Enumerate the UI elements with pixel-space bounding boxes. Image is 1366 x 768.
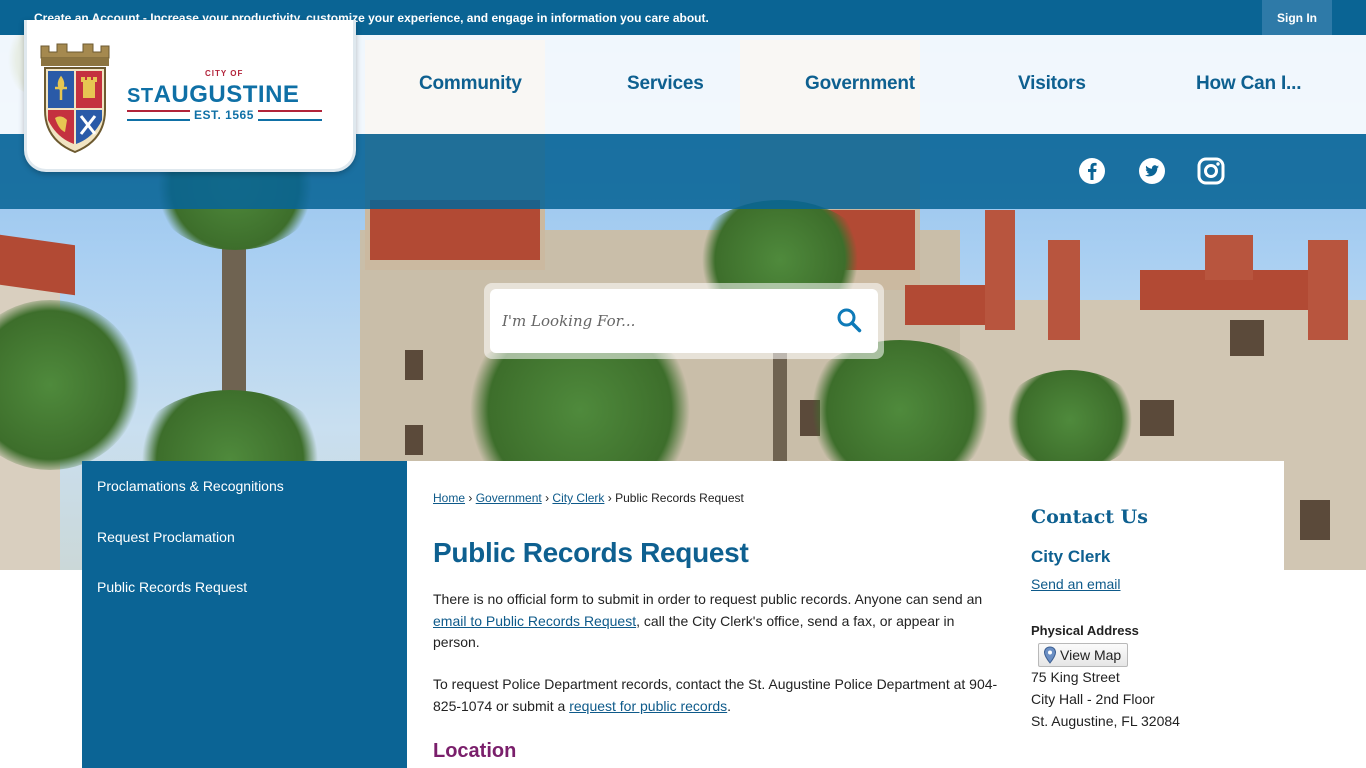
view-map-label: View Map <box>1060 647 1122 663</box>
send-email-link[interactable]: Send an email <box>1031 576 1121 592</box>
nav-government[interactable]: Government <box>805 73 915 95</box>
nav-visitors[interactable]: Visitors <box>1018 73 1086 95</box>
breadcrumb-current: Public Records Request <box>615 491 744 505</box>
breadcrumb-separator: › <box>607 491 612 505</box>
view-map-button[interactable]: View Map <box>1038 643 1129 667</box>
search-input[interactable] <box>502 303 802 339</box>
breadcrumb-city-clerk[interactable]: City Clerk <box>552 491 604 505</box>
logo-city-of: CITY OF <box>205 69 244 78</box>
intro-paragraph: There is no official form to submit in o… <box>433 589 1003 654</box>
search-box <box>490 289 878 353</box>
page-title: Public Records Request <box>433 537 749 568</box>
police-request-link[interactable]: request for public records <box>569 698 727 714</box>
contact-department: City Clerk <box>1031 547 1111 566</box>
sidebar-item-public-records[interactable]: Public Records Request <box>97 579 247 595</box>
sidebar-item-proclamations[interactable]: Proclamations & Recognitions <box>97 478 284 494</box>
map-pin-icon <box>1043 646 1057 664</box>
sign-in-button[interactable]: Sign In <box>1262 0 1332 35</box>
nav-community[interactable]: Community <box>419 73 522 95</box>
address-line-3: St. Augustine, FL 32084 <box>1031 713 1180 729</box>
breadcrumb-separator: › <box>468 491 473 505</box>
address-line-2: City Hall - 2nd Floor <box>1031 691 1155 707</box>
address-line-1: 75 King Street <box>1031 669 1120 685</box>
physical-address-heading: Physical Address <box>1031 623 1139 638</box>
breadcrumb: Home › Government › City Clerk › Public … <box>433 491 744 505</box>
logo-st: ST <box>127 85 154 107</box>
city-logo[interactable]: CITY OF STAUGUSTINE EST. 1565 <box>24 20 356 172</box>
breadcrumb-home[interactable]: Home <box>433 491 465 505</box>
section-sidebar: Proclamations & Recognitions Request Pro… <box>82 461 407 768</box>
logo-established: EST. 1565 <box>190 108 258 122</box>
location-heading: Location <box>433 740 517 762</box>
nav-services[interactable]: Services <box>627 73 704 95</box>
nav-how-can-i[interactable]: How Can I... <box>1196 73 1301 95</box>
main-content: Home › Government › City Clerk › Public … <box>407 461 1284 768</box>
site-search <box>484 283 884 359</box>
search-icon[interactable] <box>836 307 862 333</box>
breadcrumb-government[interactable]: Government <box>476 491 542 505</box>
twitter-icon[interactable] <box>1137 156 1167 186</box>
breadcrumb-separator: › <box>545 491 550 505</box>
facebook-icon[interactable] <box>1077 156 1107 186</box>
contact-heading: Contact Us <box>1031 506 1148 528</box>
city-crest-icon <box>40 43 110 154</box>
sidebar-item-request-proclamation[interactable]: Request Proclamation <box>97 529 235 545</box>
police-text-end: . <box>727 697 732 714</box>
intro-text-start: There is no official form to submit in o… <box>433 591 983 607</box>
logo-city-name: STAUGUSTINE <box>127 81 299 109</box>
police-records-paragraph: To request Police Department records, co… <box>433 674 1003 717</box>
logo-augustine: AUGUSTINE <box>153 81 300 108</box>
instagram-icon[interactable] <box>1196 156 1226 186</box>
email-public-records-link[interactable]: email to Public Records Request <box>433 613 636 629</box>
